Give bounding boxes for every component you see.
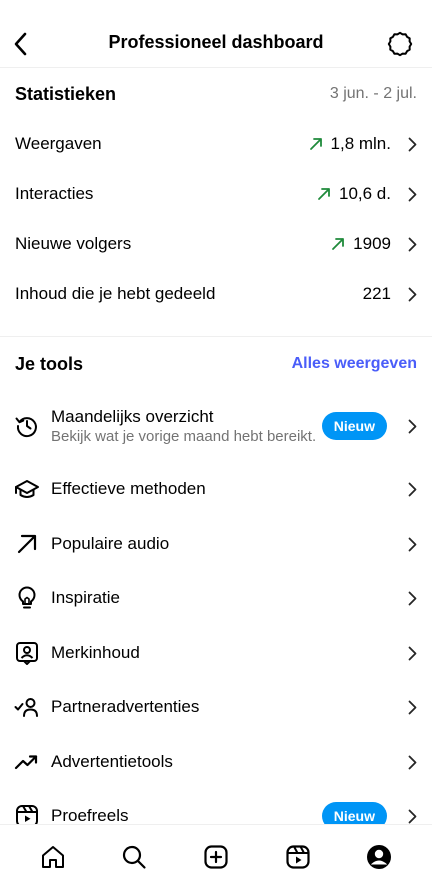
create-icon: [204, 845, 228, 869]
see-all-link[interactable]: Alles weergeven: [292, 355, 417, 373]
stat-value: 221: [362, 284, 391, 303]
history-icon: [15, 417, 37, 438]
tool-name: Merkinhoud: [51, 643, 140, 662]
stat-row-views[interactable]: Weergaven 1,8 mln.: [15, 124, 417, 164]
stat-row-new-followers[interactable]: Nieuwe volgers 1909: [15, 224, 417, 264]
date-range[interactable]: 3 jun. - 2 jul.: [330, 85, 417, 103]
branded-content-icon: [16, 642, 38, 665]
graduation-cap-icon: [15, 480, 39, 498]
tool-name: Populaire audio: [51, 534, 170, 553]
tool-subtitle: Bekijk wat je vorige maand hebt bereikt.: [51, 427, 317, 445]
chevron-right-icon: [408, 591, 417, 605]
chevron-right-icon: [408, 287, 417, 301]
lightbulb-icon: [18, 586, 36, 609]
tool-item-inspiration[interactable]: Inspiratie: [13, 576, 417, 620]
new-badge: Nieuw: [321, 412, 387, 440]
home-icon: [41, 846, 64, 868]
settings-button[interactable]: [386, 30, 414, 58]
tool-item-best-practices[interactable]: Effectieve methoden: [13, 467, 417, 511]
stat-label: Inhoud die je hebt gedeeld: [15, 284, 216, 303]
reels-icon: [285, 845, 310, 869]
stat-value: 1,8 mln.: [330, 134, 391, 153]
tab-profile[interactable]: [359, 837, 399, 877]
chevron-right-icon: [408, 537, 417, 551]
page-title: Professioneel dashboard: [108, 32, 324, 52]
chevron-right-icon: [408, 809, 417, 823]
chevron-right-icon: [408, 137, 417, 151]
tool-item-ad-tools[interactable]: Advertentietools: [13, 740, 417, 784]
tool-name: Advertentietools: [51, 752, 173, 771]
tools-section-header: Je tools Alles weergeven: [15, 350, 417, 378]
chevron-right-icon: [408, 237, 417, 251]
section-divider: [0, 336, 432, 337]
chevron-right-icon: [408, 755, 417, 769]
tab-reels[interactable]: [278, 837, 318, 877]
tool-name: Maandelijks overzicht: [51, 406, 214, 426]
chevron-right-icon: [408, 482, 417, 496]
partner-ads-icon: [14, 698, 38, 717]
chevron-right-icon: [408, 187, 417, 201]
tool-item-partner-ads[interactable]: Partneradvertenties: [13, 685, 417, 729]
tab-create[interactable]: [196, 837, 236, 877]
stat-label: Interacties: [15, 184, 94, 203]
trend-up-icon: [318, 188, 330, 200]
profile-icon: [367, 845, 392, 869]
tab-home[interactable]: [33, 837, 73, 877]
tool-name: Effectieve methoden: [51, 479, 206, 498]
bottom-nav: [0, 824, 432, 890]
stat-row-interactions[interactable]: Interacties 10,6 d.: [15, 174, 417, 214]
tool-name: Partneradvertenties: [51, 697, 200, 716]
trending-icon: [14, 755, 38, 770]
trend-up-icon: [309, 138, 322, 150]
chevron-right-icon: [408, 700, 417, 714]
tools-title: Je tools: [15, 353, 84, 374]
stat-label: Nieuwe volgers: [15, 234, 132, 253]
chevron-right-icon: [408, 646, 417, 660]
tool-name: Inspiratie: [51, 588, 120, 607]
stat-label: Weergaven: [15, 134, 102, 153]
stats-section-header: Statistieken 3 jun. - 2 jul.: [15, 80, 417, 108]
stats-title: Statistieken: [15, 83, 117, 104]
gear-icon: [387, 31, 413, 57]
chevron-right-icon: [408, 419, 417, 433]
stat-value: 10,6 d.: [339, 184, 391, 203]
header: Professioneel dashboard: [0, 0, 432, 68]
tool-item-trending-audio[interactable]: Populaire audio: [13, 522, 417, 566]
tool-item-monthly-overview[interactable]: Maandelijks overzicht Bekijk wat je vori…: [13, 396, 417, 456]
tool-item-branded-content[interactable]: Merkinhoud: [13, 631, 417, 675]
search-icon: [123, 845, 146, 869]
arrow-up-right-icon: [17, 534, 37, 554]
tool-name: Proefreels: [51, 806, 129, 825]
stat-row-shared-content[interactable]: Inhoud die je hebt gedeeld 221: [15, 274, 417, 314]
trend-up-icon: [332, 238, 345, 250]
tab-search[interactable]: [114, 837, 154, 877]
stat-value: 1909: [353, 234, 391, 253]
